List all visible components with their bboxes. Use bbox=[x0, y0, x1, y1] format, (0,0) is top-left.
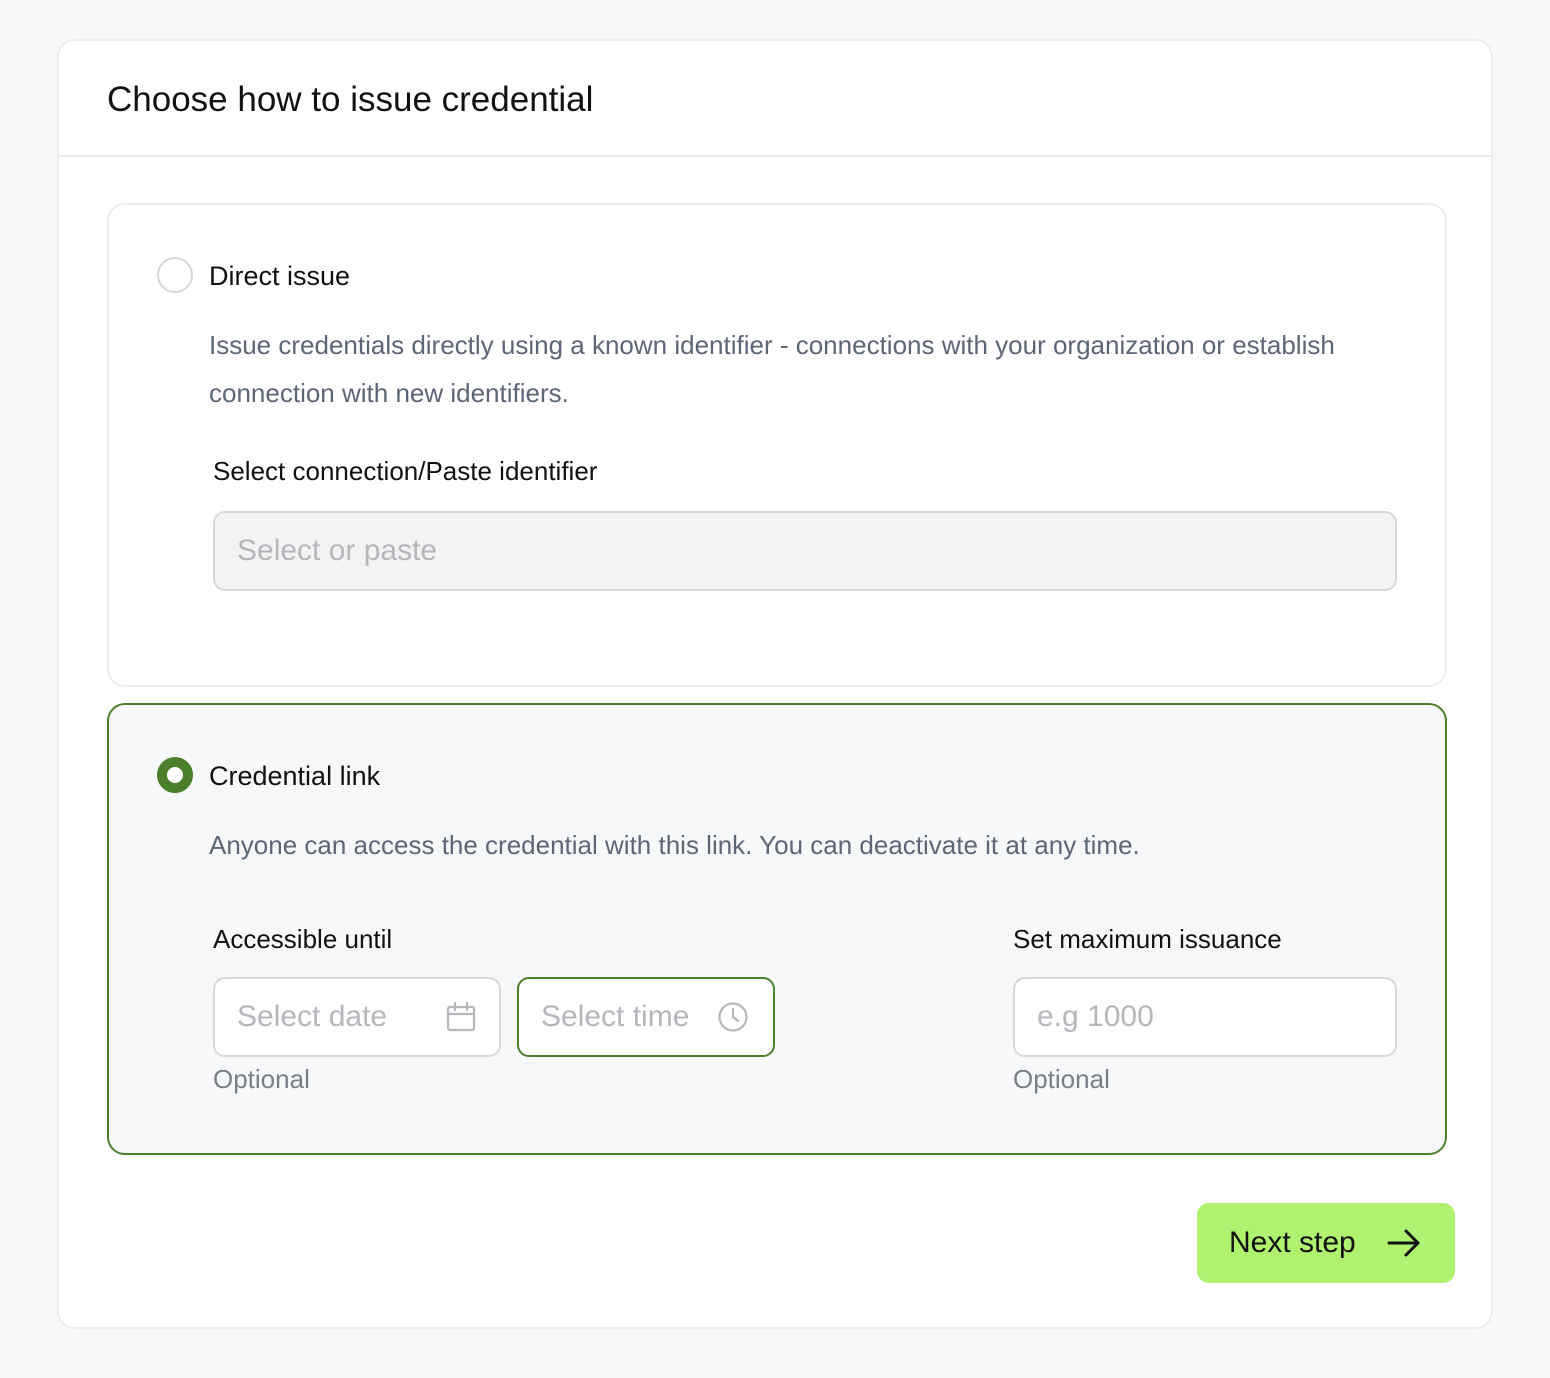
calendar-icon[interactable] bbox=[445, 1001, 477, 1033]
time-picker-input[interactable]: Select time bbox=[517, 977, 775, 1057]
accessible-until-label: Accessible until bbox=[213, 924, 393, 954]
max-issuance-placeholder: e.g 1000 bbox=[1037, 1000, 1154, 1033]
date-picker-input[interactable]: Select date bbox=[213, 977, 501, 1057]
radio-unchecked-icon[interactable] bbox=[157, 257, 193, 293]
connection-field-label: Select connection/Paste identifier bbox=[213, 456, 598, 486]
option-credential-link-title[interactable]: Credential link bbox=[209, 759, 380, 793]
option-credential-link-description: Anyone can access the credential with th… bbox=[209, 830, 1140, 860]
issue-method-card: Choose how to issue credential Direct is… bbox=[57, 39, 1493, 1329]
option-direct-issue-title[interactable]: Direct issue bbox=[209, 259, 350, 293]
option-credential-link[interactable]: Credential link Anyone can access the cr… bbox=[107, 703, 1447, 1155]
max-issuance-input[interactable]: e.g 1000 bbox=[1013, 977, 1397, 1057]
time-picker-placeholder: Select time bbox=[541, 1000, 690, 1033]
clock-icon[interactable] bbox=[717, 1001, 749, 1033]
page-title: Choose how to issue credential bbox=[107, 80, 594, 119]
date-picker-placeholder: Select date bbox=[237, 1000, 388, 1033]
option-direct-issue[interactable]: Direct issue Issue credentials directly … bbox=[107, 203, 1447, 687]
radio-checked-icon[interactable] bbox=[157, 757, 193, 793]
connection-input-placeholder: Select or paste bbox=[237, 534, 438, 567]
next-step-button[interactable]: Next step bbox=[1197, 1203, 1455, 1283]
option-direct-issue-description: Issue credentials directly using a known… bbox=[209, 330, 1335, 408]
max-issuance-label: Set maximum issuance bbox=[1013, 924, 1282, 954]
accessible-until-helper: Optional bbox=[213, 1064, 310, 1094]
card-header: Choose how to issue credential bbox=[59, 41, 1491, 157]
max-issuance-helper: Optional bbox=[1013, 1064, 1110, 1094]
arrow-right-icon bbox=[1387, 1229, 1420, 1257]
next-step-label: Next step bbox=[1229, 1226, 1356, 1259]
connection-input[interactable]: Select or paste bbox=[213, 511, 1397, 591]
